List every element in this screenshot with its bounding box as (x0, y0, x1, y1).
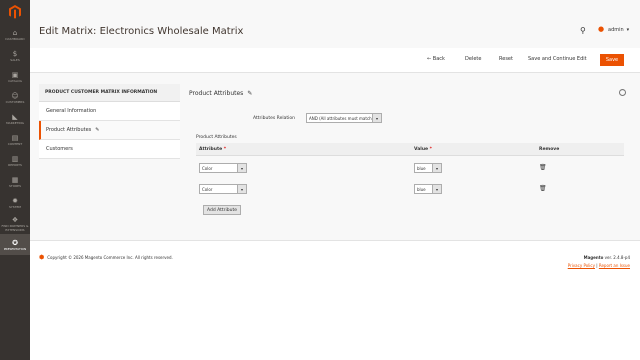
sidebar-item-presentation[interactable]: ✪ PRESENTATION (0, 234, 30, 255)
sidebar-item-content[interactable]: ▤ CONTENT (0, 129, 30, 150)
tab-label: Product Attributes (46, 127, 92, 133)
table-row: Color ▾ blue ▾ 🗑 (196, 179, 624, 199)
page-header: Edit Matrix: Electronics Wholesale Matri… (30, 0, 640, 46)
magento-logo-icon: ⬢ (39, 254, 45, 261)
sidebar-item-stores[interactable]: ▦ STORES (0, 171, 30, 192)
copyright-text: Copyright © 2026 Magento Commerce Inc. A… (47, 255, 173, 260)
chevron-down-icon: ▾ (626, 26, 630, 33)
action-bar: ← Back Delete Reset Save and Continue Ed… (30, 48, 640, 73)
user-icon: ● (598, 25, 605, 33)
save-button[interactable]: Save (600, 54, 624, 66)
extensions-icon: ❖ (11, 215, 19, 224)
arrow-left-icon: ← (427, 56, 432, 62)
back-button[interactable]: ← Back (427, 56, 445, 62)
chevron-down-icon: ▾ (372, 114, 381, 122)
dashboard-icon: ⌂ (12, 28, 18, 37)
chevron-down-icon: ▾ (237, 185, 246, 193)
megaphone-icon: ◣ (12, 112, 18, 121)
content-icon: ▤ (11, 133, 19, 142)
sidebar-item-dashboard[interactable]: ⌂ DASHBOARD (0, 24, 30, 45)
sidebar-item-reports[interactable]: ▥ REPORTS (0, 150, 30, 171)
column-attribute: Attribute * (199, 147, 227, 152)
dollar-icon: $ (12, 49, 18, 58)
value-select[interactable]: blue ▾ (414, 184, 442, 194)
presentation-icon: ✪ (12, 238, 18, 247)
section-title-text: Product Attributes (189, 90, 244, 97)
chevron-down-icon: ▾ (237, 164, 246, 172)
sidebar-item-customers[interactable]: ☺ CUSTOMERS (0, 87, 30, 108)
cube-icon: ▣ (11, 70, 19, 79)
user-name: admin (608, 26, 624, 33)
sidebar-item-find-partners-extensions[interactable]: ❖ FIND PARTNERS & EXTENSIONS (0, 213, 30, 234)
bar-chart-icon: ▥ (11, 154, 19, 163)
column-remove: Remove (539, 147, 560, 152)
pencil-icon: ✎ (247, 90, 253, 97)
table-row: Color ▾ blue ▾ 🗑 (196, 158, 624, 178)
attribute-value: Color (202, 186, 213, 192)
back-label: Back (432, 56, 445, 62)
report-issue-link[interactable]: Report an Issue (599, 263, 630, 268)
value-text: blue (417, 186, 426, 192)
grid-caption: Product Attributes (196, 135, 237, 140)
sidebar-item-catalog[interactable]: ▣ CATALOG (0, 66, 30, 87)
value-text: blue (417, 165, 426, 171)
tab-general-information[interactable]: General Information (39, 102, 180, 121)
magento-logo-icon[interactable] (0, 0, 30, 24)
sidebar-item-label: CATALOG (8, 78, 22, 83)
grid-header: Attribute * Value * Remove (196, 143, 624, 156)
search-icon[interactable]: ⚲ (580, 26, 586, 35)
collapse-icon[interactable]: ⌃ (619, 89, 626, 96)
attributes-relation-select[interactable]: AND (All attributes must match) ▾ (306, 113, 382, 123)
product-attributes-section: Product Attributes ✎ ⌃ Attributes Relati… (189, 84, 634, 230)
sidebar-item-label: DASHBOARD (5, 36, 25, 41)
user-menu[interactable]: ● admin ▾ (598, 26, 629, 33)
brand-name: Magento (583, 255, 604, 260)
attribute-value: Color (202, 165, 213, 171)
page-title: Edit Matrix: Electronics Wholesale Matri… (39, 26, 244, 37)
tabs-panel: PRODUCT CUSTOMER MATRIX INFORMATION Gene… (39, 84, 180, 159)
person-icon: ☺ (11, 91, 19, 100)
add-attribute-button[interactable]: Add Attribute (203, 205, 241, 215)
sidebar-item-label: STORES (9, 183, 21, 188)
reset-button[interactable]: Reset (499, 56, 513, 62)
trash-icon[interactable]: 🗑 (539, 164, 547, 171)
section-title: Product Attributes ✎ (189, 90, 252, 97)
admin-sidebar: ⌂ DASHBOARD $ SALES ▣ CATALOG ☺ CUSTOMERS ◣ MARKE… (0, 0, 30, 360)
tab-customers[interactable]: Customers (39, 140, 180, 159)
sidebar-item-label: PRESENTATION (3, 246, 27, 251)
relation-value: AND (All attributes must match) (309, 115, 374, 121)
delete-button[interactable]: Delete (465, 56, 481, 62)
privacy-policy-link[interactable]: Privacy Policy (568, 263, 595, 268)
sidebar-item-label: SALES (10, 57, 20, 62)
attribute-select[interactable]: Color ▾ (199, 163, 247, 173)
tab-product-attributes[interactable]: Product Attributes ✎ (39, 121, 180, 140)
attributes-grid: Attribute * Value * Remove Color ▾ blue … (196, 143, 624, 219)
gear-icon: ✹ (12, 196, 18, 205)
sidebar-item-marketing[interactable]: ◣ MARKETING (0, 108, 30, 129)
chevron-down-icon: ▾ (432, 164, 441, 172)
tabs-heading: PRODUCT CUSTOMER MATRIX INFORMATION (39, 84, 180, 102)
pencil-icon: ✎ (95, 127, 100, 133)
value-select[interactable]: blue ▾ (414, 163, 442, 173)
column-value: Value * (414, 147, 433, 152)
chevron-down-icon: ▾ (432, 185, 441, 193)
trash-icon[interactable]: 🗑 (539, 185, 547, 192)
sidebar-item-system[interactable]: ✹ SYSTEM (0, 192, 30, 213)
sidebar-item-sales[interactable]: $ SALES (0, 45, 30, 66)
sidebar-item-label: MARKETING (6, 120, 24, 125)
save-continue-button[interactable]: Save and Continue Edit (528, 56, 587, 62)
page-footer: ⬢ Copyright © 2026 Magento Commerce Inc.… (30, 240, 640, 360)
version-info: Magento ver. 2.4.8-p4 Privacy Policy | R… (567, 255, 630, 268)
sidebar-item-label: CUSTOMERS (5, 99, 25, 104)
store-icon: ▦ (11, 175, 19, 184)
sidebar-item-label: REPORTS (8, 162, 22, 167)
sidebar-item-label: FIND PARTNERS & EXTENSIONS (1, 223, 29, 232)
sidebar-item-label: CONTENT (7, 141, 23, 146)
copyright: ⬢ Copyright © 2026 Magento Commerce Inc.… (39, 254, 173, 261)
attribute-select[interactable]: Color ▾ (199, 184, 247, 194)
sidebar-item-label: SYSTEM (9, 204, 21, 209)
version-text: ver. 2.4.8-p4 (604, 255, 630, 260)
attributes-relation-label: Attributes Relation (253, 116, 295, 121)
